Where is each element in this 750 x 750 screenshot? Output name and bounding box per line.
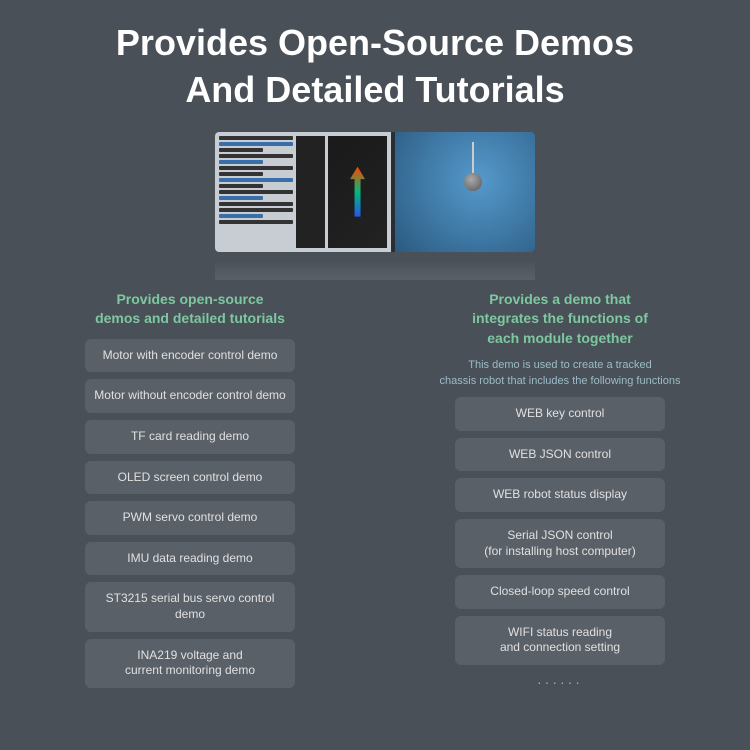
demo-button-web-key[interactable]: WEB key control [455,397,665,431]
page-title: Provides Open-Source Demos And Detailed … [76,0,674,124]
more-items-dots: ······ [537,674,583,690]
demo-button-st3215[interactable]: ST3215 serial bus servo control demo [85,582,295,631]
demo-button-motor-encoder[interactable]: Motor with encoder control demo [85,339,295,373]
demo-button-serial-json[interactable]: Serial JSON control (for installing host… [455,519,665,568]
left-column-heading: Provides open-source demos and detailed … [85,290,295,329]
screen-left-panel [215,132,391,252]
right-column-heading: Provides a demo that integrates the func… [462,290,658,349]
demo-button-wifi[interactable]: WIFI status reading and connection setti… [455,616,665,665]
demo-button-closed-loop[interactable]: Closed-loop speed control [455,575,665,609]
two-column-section: Provides open-source demos and detailed … [10,290,740,750]
demo-button-imu[interactable]: IMU data reading demo [85,542,295,576]
pendulum-decoration [472,142,474,182]
page-wrapper: Provides Open-Source Demos And Detailed … [0,0,750,750]
screenshot-reflection [215,260,535,280]
demo-button-motor-no-encoder[interactable]: Motor without encoder control demo [85,379,295,413]
screenshot-preview [215,132,535,252]
left-column: Provides open-source demos and detailed … [10,290,370,750]
demo-button-web-json[interactable]: WEB JSON control [455,438,665,472]
demo-button-web-robot-status[interactable]: WEB robot status display [455,478,665,512]
demo-button-pwm-servo[interactable]: PWM servo control demo [85,501,295,535]
right-column-description: This demo is used to create a tracked ch… [430,358,691,389]
demo-button-ina219[interactable]: INA219 voltage and current monitoring de… [85,639,295,688]
screen-right-panel [395,132,535,252]
demo-button-tf-card[interactable]: TF card reading demo [85,420,295,454]
demo-button-oled[interactable]: OLED screen control demo [85,461,295,495]
right-column: Provides a demo that integrates the func… [380,290,740,750]
